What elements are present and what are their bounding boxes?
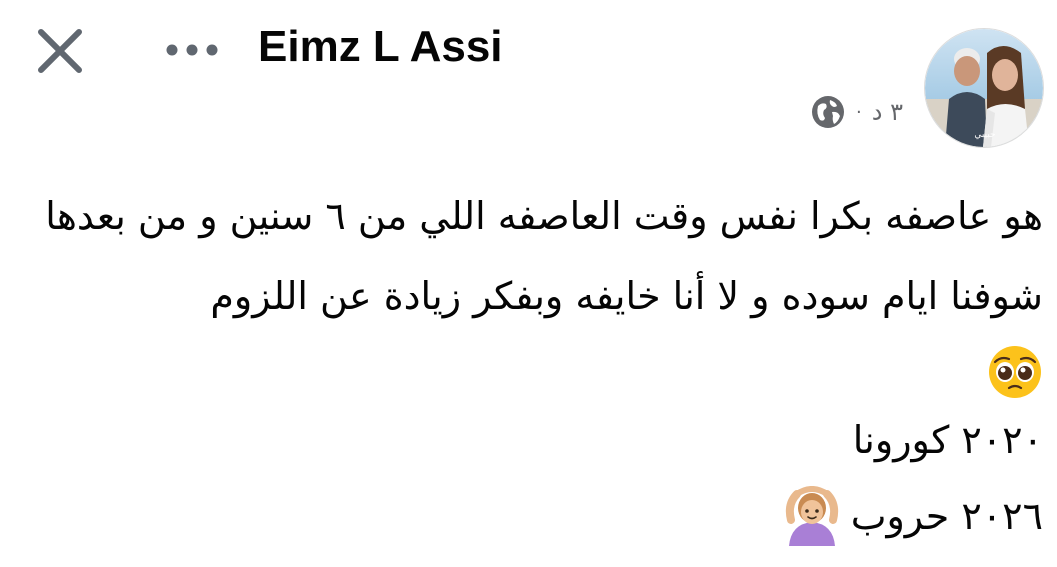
author-name[interactable]: Eimz L Assi	[258, 22, 503, 72]
meta-separator: ·	[856, 101, 862, 123]
avatar-photo: حبيبي	[925, 29, 1043, 147]
more-options-button[interactable]	[160, 28, 224, 72]
post-meta: · ٣ د	[810, 92, 903, 132]
post-line-2026: ٢٠٢٦ حروب	[850, 494, 1043, 538]
avatar-caption: حبيبي	[974, 130, 995, 140]
emoji-row	[40, 336, 1043, 408]
more-horizontal-icon	[166, 44, 218, 56]
post-line-2026-row: ٢٠٢٦ حروب	[40, 476, 1043, 556]
person-gesturing-ok-emoji	[785, 486, 838, 546]
avatar[interactable]: حبيبي	[924, 28, 1044, 148]
post-body: هو عاصفه بكرا نفس وقت العاصفه اللي من ٦ …	[40, 176, 1043, 556]
globe-icon[interactable]	[810, 94, 846, 130]
post-viewer: Eimz L Assi حبيبي · ٣ د هو عاصفه بكرا نف…	[0, 0, 1057, 567]
post-line-2020: ٢٠٢٠ كورونا	[852, 418, 1043, 462]
close-button[interactable]	[30, 22, 90, 80]
pleading-face-emoji	[989, 346, 1041, 398]
post-time[interactable]: ٣ د	[872, 98, 903, 126]
post-text: هو عاصفه بكرا نفس وقت العاصفه اللي من ٦ …	[45, 194, 1043, 318]
close-icon	[38, 29, 82, 73]
